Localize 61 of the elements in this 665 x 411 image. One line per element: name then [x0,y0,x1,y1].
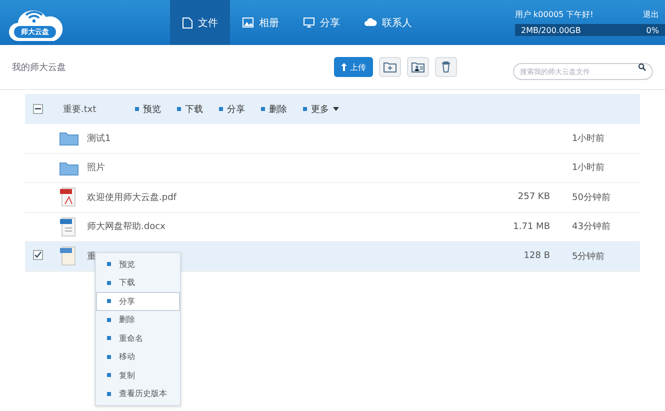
new-folder-button[interactable] [379,57,401,77]
menu-item[interactable]: 重命名 [96,329,180,348]
row-checkbox[interactable] [33,250,43,260]
menu-item[interactable]: 移动 [96,348,180,366]
file-size: 128 B [524,251,550,262]
nav-tab[interactable]: 文件 [170,0,230,45]
menu-item[interactable]: 预览 [96,255,180,274]
action-link[interactable]: 预览 [135,102,161,116]
select-all-checkbox[interactable] [33,104,43,114]
modified-time: 50分钟前 [572,192,610,203]
logout-link[interactable]: 退出 [643,9,659,20]
menu-item[interactable]: 查看历史版本 [96,384,180,403]
storage-percent: 0% [646,26,659,34]
modified-time: 5分钟前 [572,252,605,262]
minus-icon [35,108,41,110]
share-folder-button[interactable] [407,57,429,77]
modified-time: 43分钟前 [572,222,610,232]
modified-time: 1小时前 [572,163,605,174]
menu-item[interactable]: 下载 [96,274,180,292]
check-icon [34,251,42,260]
document-file-icon [59,216,77,237]
nav-tab[interactable]: 联系人 [352,0,424,45]
trash-button[interactable] [435,57,457,77]
picture-icon [242,17,254,28]
file-name: 重 [87,252,96,262]
menu-item[interactable]: 复制 [96,366,180,384]
document-icon [182,16,193,28]
breadcrumb[interactable]: 我的师大云盘 [12,60,66,74]
file-name: 照片 [87,163,105,174]
upload-button[interactable]: 上传 [334,57,373,77]
nav-tab[interactable]: 相册 [230,0,291,45]
more-menu-button[interactable]: 更多 [303,102,339,116]
nav-tab[interactable]: 分享 [291,0,352,45]
action-link[interactable]: 分享 [219,102,245,116]
trash-icon [441,61,451,73]
pdf-file-icon [59,187,77,208]
selected-file-name: 重要.txt [63,104,98,116]
file-size: 257 KB [518,192,550,202]
folder-icon [59,130,79,146]
menu-item[interactable]: 删除 [96,310,180,329]
file-name: 师大网盘帮助.docx [87,222,166,232]
caret-icon [333,107,339,111]
file-row[interactable]: 师大网盘帮助.docx 1.71 MB 43分钟前 [25,212,640,242]
action-link[interactable]: 下载 [177,102,203,116]
greeting-text: 用户 k00005 下午好! [515,9,594,20]
monitor-icon [303,17,315,28]
file-name: 欢迎使用师大云盘.pdf [87,192,176,203]
folder-icon [59,160,79,176]
upload-arrow-icon [341,63,347,71]
modified-time: 1小时前 [572,134,605,144]
cloud-icon [364,18,377,27]
menu-item[interactable]: 分享 [96,292,180,310]
file-size: 1.71 MB [513,222,550,232]
storage-text: 2MB/200.00GB [521,26,581,34]
file-row[interactable]: 照片 1小时前 [25,154,640,183]
text-file-icon [59,246,77,266]
folder-plus-icon [383,62,397,72]
file-name: 测试1 [87,134,111,144]
folder-person-icon [411,62,425,72]
action-link[interactable]: 删除 [261,102,287,116]
search-icon [638,63,646,71]
